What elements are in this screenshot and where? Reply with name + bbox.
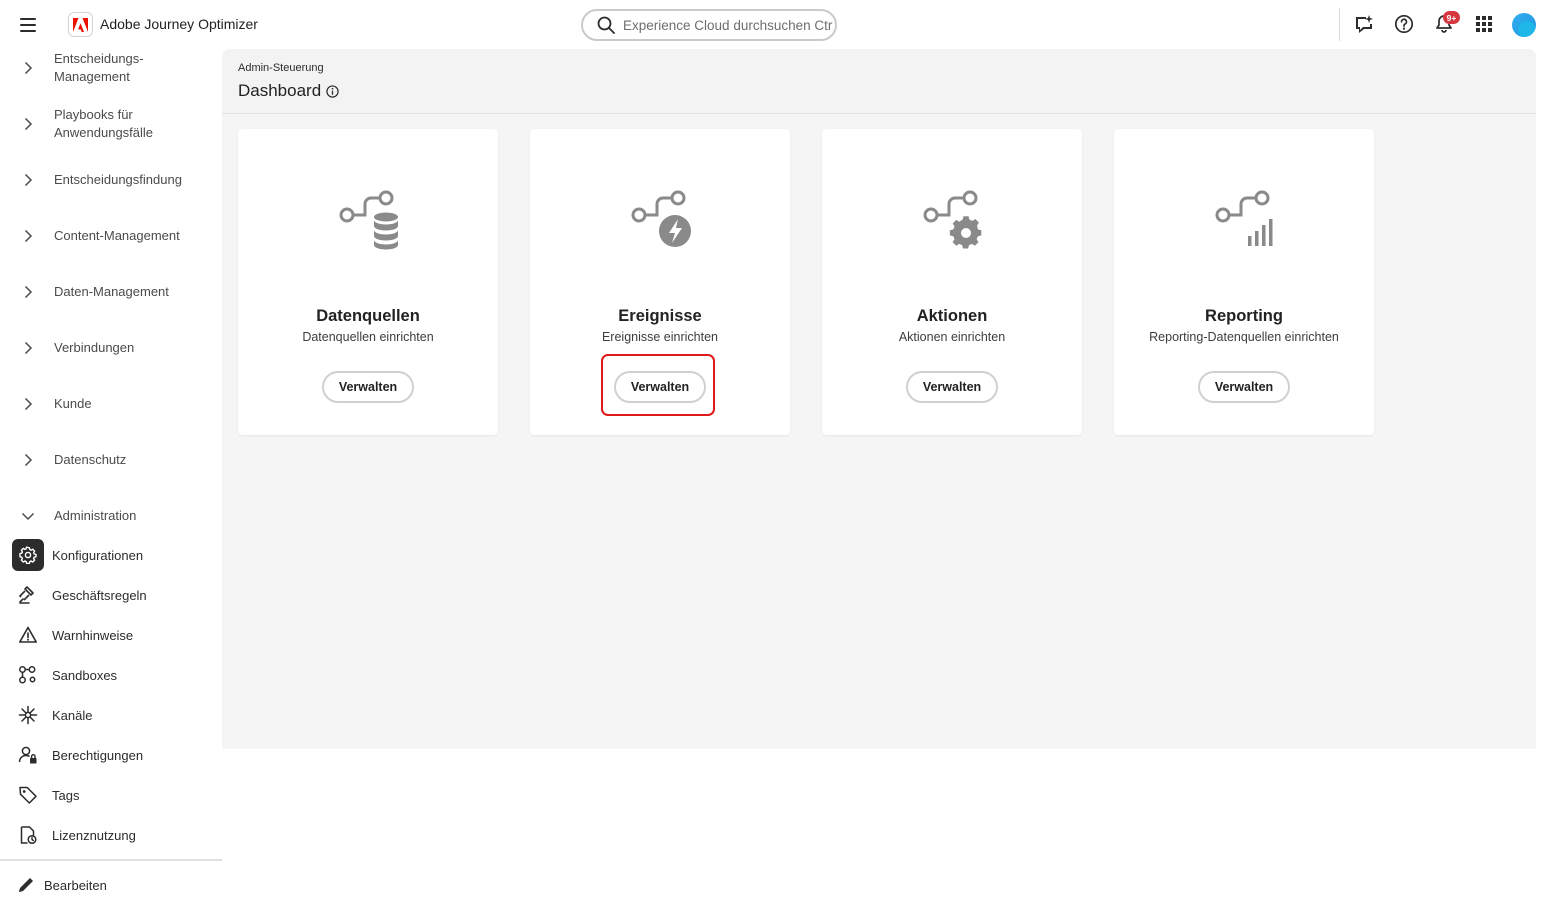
hamburger-menu-icon[interactable] xyxy=(16,14,40,36)
user-avatar[interactable] xyxy=(1512,13,1536,37)
sidebar-item-konfigurationen[interactable]: Konfigurationen xyxy=(12,539,212,571)
channels-icon xyxy=(16,703,40,727)
alert-icon xyxy=(16,623,40,647)
sidebar-group-content-management[interactable]: Content-Management xyxy=(0,226,222,246)
sidebar-item-berechtigungen[interactable]: Berechtigungen xyxy=(12,739,212,771)
search-icon xyxy=(597,16,615,34)
pencil-icon xyxy=(19,878,33,892)
card-description: Reporting-Datenquellen einrichten xyxy=(1149,330,1339,344)
breadcrumb[interactable]: Admin-Steuerung xyxy=(238,62,324,74)
sidebar-group-label: Kunde xyxy=(54,396,92,411)
chevron-right-icon xyxy=(24,173,33,187)
sidebar-item-tags[interactable]: Tags xyxy=(12,779,212,811)
manage-reporting-button[interactable]: Verwalten xyxy=(1198,371,1290,403)
page-title: Dashboard xyxy=(238,81,322,100)
card-datenquellen: Datenquellen Datenquellen einrichten Ver… xyxy=(238,129,498,435)
sidebar-group-daten-management[interactable]: Daten-Management xyxy=(0,282,222,302)
card-description: Datenquellen einrichten xyxy=(302,330,434,344)
sidebar-group-administration[interactable]: Administration xyxy=(0,506,222,526)
sidebar-item-label: Warnhinweise xyxy=(52,627,134,643)
app-switcher-grid-icon[interactable] xyxy=(1472,12,1496,36)
card-title: Aktionen xyxy=(916,307,988,325)
card-description: Aktionen einrichten xyxy=(898,330,1006,344)
top-bar: Adobe Journey Optimizer 9+ xyxy=(0,0,1552,49)
manage-datenquellen-button[interactable]: Verwalten xyxy=(322,371,414,403)
datasource-icon xyxy=(339,190,398,250)
card-description: Ereignisse einrichten xyxy=(601,330,719,344)
info-icon[interactable] xyxy=(326,84,339,98)
gavel-icon xyxy=(16,583,40,607)
card-title: Ereignisse xyxy=(618,307,702,325)
manage-aktionen-button[interactable]: Verwalten xyxy=(906,371,998,403)
notification-badge: 9+ xyxy=(1443,11,1460,24)
tag-icon xyxy=(16,783,40,807)
main-content: Admin-Steuerung Dashboard Datenquellen D… xyxy=(222,49,1536,749)
sidebar-item-label: Tags xyxy=(52,787,80,803)
page-header: Admin-Steuerung Dashboard xyxy=(222,49,1536,114)
chevron-right-icon xyxy=(24,397,33,411)
sidebar-group-label: Playbooks für Anwendungsfälle xyxy=(54,107,154,140)
sidebar-item-label: Kanäle xyxy=(52,707,93,723)
search-bar[interactable] xyxy=(581,9,837,41)
chevron-right-icon xyxy=(24,229,33,243)
actions-icon xyxy=(923,190,982,249)
chevron-right-icon xyxy=(24,341,33,355)
sidebar-group-label: Content-Management xyxy=(54,228,180,243)
sidebar-divider xyxy=(0,859,222,861)
sidebar-group-label: Administration xyxy=(54,508,137,523)
help-icon[interactable] xyxy=(1392,12,1416,36)
page-title-wrap: Dashboard xyxy=(238,81,339,101)
sidebar-group-entscheidungs-management[interactable]: Entscheidungs- Management xyxy=(0,49,222,87)
card-title: Reporting xyxy=(1205,307,1283,325)
chevron-right-icon xyxy=(24,453,33,467)
chevron-right-icon xyxy=(24,117,33,131)
events-icon xyxy=(631,190,691,247)
edit-label: Bearbeiten xyxy=(44,877,107,893)
reporting-icon xyxy=(1215,190,1273,246)
sidebar-item-label: Berechtigungen xyxy=(52,747,144,763)
sidebar-item-label: Konfigurationen xyxy=(52,547,144,563)
sidebar-item-lizenznutzung[interactable]: Lizenznutzung xyxy=(12,819,212,851)
chevron-right-icon xyxy=(24,61,33,75)
search-input[interactable] xyxy=(623,17,833,33)
sidebar-item-geschaeftsregeln[interactable]: Geschäftsregeln xyxy=(12,579,212,611)
top-bar-divider xyxy=(1339,8,1340,41)
sidebar-item-kanaele[interactable]: Kanäle xyxy=(12,699,212,731)
adobe-logo-icon[interactable] xyxy=(68,12,93,37)
sidebar-group-kunde[interactable]: Kunde xyxy=(0,394,222,414)
sidebar-group-entscheidungsfindung[interactable]: Entscheidungsfindung xyxy=(0,170,222,190)
sidebar-item-label: Geschäftsregeln xyxy=(52,587,147,603)
sidebar-item-warnhinweise[interactable]: Warnhinweise xyxy=(12,619,212,651)
sidebar: Entscheidungs- Management Playbooks für … xyxy=(0,49,222,910)
manage-ereignisse-button[interactable]: Verwalten xyxy=(614,371,706,403)
edit-navigation-button[interactable]: Bearbeiten xyxy=(16,873,107,897)
sidebar-item-sandboxes[interactable]: Sandboxes xyxy=(12,659,212,691)
card-ereignisse: Ereignisse Ereignisse einrichten Verwalt… xyxy=(530,129,790,435)
sidebar-group-label: Entscheidungs- Management xyxy=(54,51,144,84)
app-title[interactable]: Adobe Journey Optimizer xyxy=(100,16,258,32)
sidebar-group-label: Entscheidungsfindung xyxy=(54,172,182,187)
sidebar-item-label: Sandboxes xyxy=(52,667,118,683)
sidebar-group-verbindungen[interactable]: Verbindungen xyxy=(0,338,222,358)
card-reporting: Reporting Reporting-Datenquellen einrich… xyxy=(1114,129,1374,435)
sidebar-group-datenschutz[interactable]: Datenschutz xyxy=(0,450,222,470)
card-aktionen: Aktionen Aktionen einrichten Verwalten xyxy=(822,129,1082,435)
feedback-icon[interactable] xyxy=(1352,12,1376,36)
sidebar-item-label: Lizenznutzung xyxy=(52,827,136,843)
card-title: Datenquellen xyxy=(316,307,420,325)
gear-icon xyxy=(12,539,44,571)
sidebar-group-label: Daten-Management xyxy=(54,284,169,299)
sidebar-group-playbooks[interactable]: Playbooks für Anwendungsfälle xyxy=(0,105,222,143)
chevron-down-icon xyxy=(21,512,35,521)
sidebar-group-label: Verbindungen xyxy=(54,340,135,355)
sandbox-icon xyxy=(16,663,40,687)
permissions-icon xyxy=(16,743,40,767)
sidebar-group-label: Datenschutz xyxy=(54,452,127,467)
license-icon xyxy=(16,823,40,847)
chevron-right-icon xyxy=(24,285,33,299)
